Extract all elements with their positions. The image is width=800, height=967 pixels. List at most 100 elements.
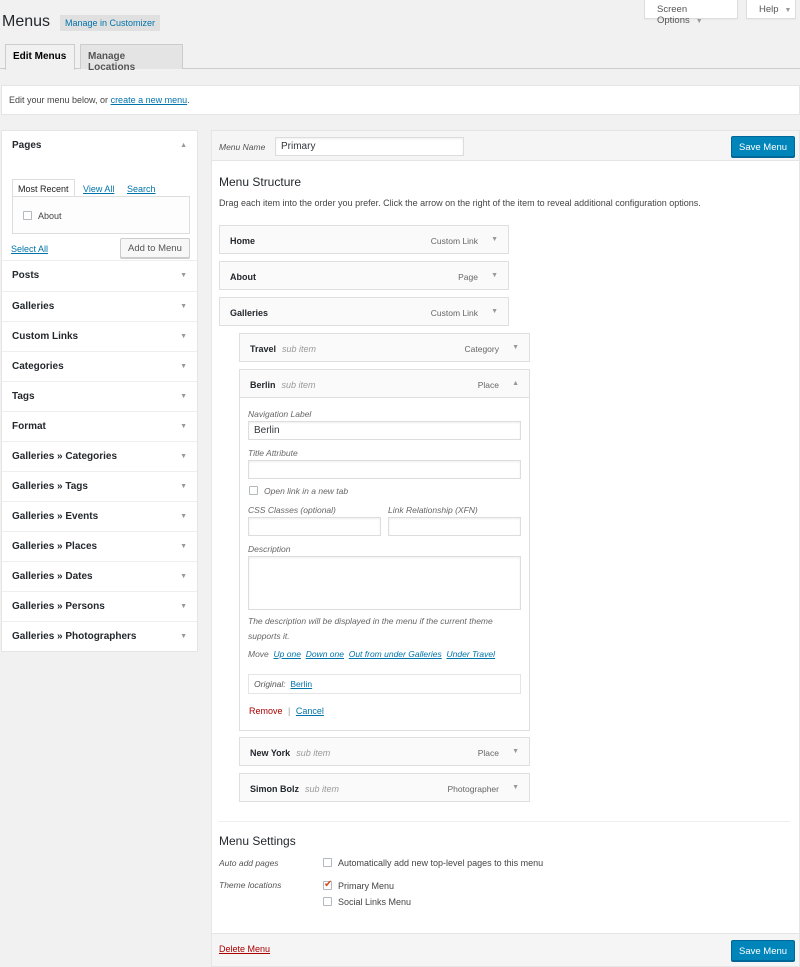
tab-edit-menus[interactable]: Edit Menus xyxy=(5,44,75,70)
menu-item-new-york[interactable]: New York sub item Place ▼ xyxy=(239,737,530,766)
sidebar-section-galleries-events[interactable]: Galleries » Events ▼ xyxy=(2,501,197,531)
tab-most-recent[interactable]: Most Recent xyxy=(12,179,75,197)
sidebar-section-tags[interactable]: Tags ▼ xyxy=(2,381,197,411)
description-help-text: The description will be displayed in the… xyxy=(248,616,493,641)
menu-structure-title: Menu Structure xyxy=(219,175,302,189)
auto-add-text: Automatically add new top-level pages to… xyxy=(338,858,544,868)
sidebar-section-galleries-categories[interactable]: Galleries » Categories ▼ xyxy=(2,441,197,471)
css-classes-label: CSS Classes (optional) xyxy=(248,505,336,515)
create-new-menu-link[interactable]: create a new menu xyxy=(111,95,188,105)
caret-down-icon: ▼ xyxy=(180,513,187,520)
caret-down-icon: ▼ xyxy=(180,303,187,310)
menu-item-title-text: New York xyxy=(250,748,291,758)
move-under-travel-link[interactable]: Under Travel xyxy=(447,649,496,659)
sidebar-section-custom-links[interactable]: Custom Links ▼ xyxy=(2,321,197,351)
auto-add-label: Auto add pages xyxy=(219,858,279,868)
caret-down-icon[interactable]: ▼ xyxy=(512,344,519,351)
caret-down-icon[interactable]: ▼ xyxy=(491,308,498,315)
navigation-label-input[interactable]: Berlin xyxy=(248,421,521,440)
sidebar-section-title: Posts xyxy=(12,270,40,281)
tab-view-all[interactable]: View All xyxy=(83,179,114,194)
add-to-menu-button[interactable]: Add to Menu xyxy=(120,238,190,258)
item-actions: Remove | Cancel xyxy=(249,706,324,716)
sidebar-section-title: Galleries xyxy=(12,301,55,312)
page-about-checkbox[interactable] xyxy=(23,211,32,220)
menu-item-type: Place xyxy=(477,380,499,390)
cancel-link[interactable]: Cancel xyxy=(296,706,324,716)
tab-manage-locations[interactable]: Manage Locations xyxy=(80,44,183,73)
caret-down-icon: ▼ xyxy=(180,423,187,430)
caret-down-icon[interactable]: ▼ xyxy=(491,272,498,279)
sidebar-section-format[interactable]: Format ▼ xyxy=(2,411,197,441)
sub-item-label: sub item xyxy=(282,344,317,354)
sidebar-section-galleries-tags[interactable]: Galleries » Tags ▼ xyxy=(2,471,197,501)
move-out-from-under-link[interactable]: Out from under Galleries xyxy=(349,649,442,659)
caret-down-icon[interactable]: ▼ xyxy=(491,236,498,243)
sidebar-section-galleries-dates[interactable]: Galleries » Dates ▼ xyxy=(2,561,197,591)
tab-search[interactable]: Search xyxy=(127,179,156,194)
social-links-menu-checkbox[interactable] xyxy=(323,897,332,906)
menu-item-simon-bolz[interactable]: Simon Bolz sub item Photographer ▼ xyxy=(239,773,530,802)
menu-item-galleries[interactable]: Galleries Custom Link ▼ xyxy=(219,297,509,326)
xfn-label: Link Relationship (XFN) xyxy=(388,505,478,515)
help-button[interactable]: Help ▼ xyxy=(746,0,796,19)
save-menu-button-top[interactable]: Save Menu xyxy=(731,136,796,157)
sub-item-label: sub item xyxy=(296,748,331,758)
pages-section-header[interactable]: Pages ▲ xyxy=(2,131,197,161)
primary-menu-label: Primary Menu xyxy=(338,881,395,891)
notice-suffix: . xyxy=(187,95,190,105)
sidebar-section-title: Galleries » Events xyxy=(12,511,99,522)
caret-down-icon: ▼ xyxy=(180,272,187,279)
sidebar-section-categories[interactable]: Categories ▼ xyxy=(2,351,197,381)
actions-separator: | xyxy=(288,706,291,716)
manage-in-customizer-button[interactable]: Manage in Customizer xyxy=(60,15,161,31)
move-links: Move Up one Down one Out from under Gall… xyxy=(248,649,495,659)
page-about-label: About xyxy=(38,211,62,221)
caret-down-icon: ▼ xyxy=(180,393,187,400)
menu-item-berlin[interactable]: Berlin sub item Place ▲ xyxy=(239,369,530,398)
original-link[interactable]: Berlin xyxy=(290,679,312,689)
navigation-label-label: Navigation Label xyxy=(248,409,312,419)
caret-up-icon[interactable]: ▲ xyxy=(512,380,519,387)
sidebar-section-posts[interactable]: Posts ▼ xyxy=(2,261,197,291)
menu-item-settings-berlin: Navigation Label Berlin Title Attribute … xyxy=(239,398,530,731)
sidebar-section-galleries-places[interactable]: Galleries » Places ▼ xyxy=(2,531,197,561)
open-new-tab-checkbox[interactable] xyxy=(249,486,258,495)
menu-item-title: Simon Bolz sub item xyxy=(250,784,339,794)
title-attribute-input[interactable] xyxy=(248,460,521,479)
delete-menu-link[interactable]: Delete Menu xyxy=(219,944,270,954)
remove-item-link[interactable]: Remove xyxy=(249,706,283,716)
sidebar-section-title: Galleries » Tags xyxy=(12,481,88,492)
description-label: Description xyxy=(248,544,291,554)
menu-item-about[interactable]: About Page ▼ xyxy=(219,261,509,290)
select-all-link[interactable]: Select All xyxy=(11,244,48,254)
add-menu-items-panel: Pages ▲ Most Recent View All Search Abou… xyxy=(1,130,198,652)
menu-item-title-text: Berlin xyxy=(250,380,276,390)
help-label: Help xyxy=(759,4,779,15)
sidebar-section-galleries-photographers[interactable]: Galleries » Photographers ▼ xyxy=(2,621,197,651)
save-menu-button-bottom[interactable]: Save Menu xyxy=(731,940,796,961)
move-down-one-link[interactable]: Down one xyxy=(306,649,344,659)
menu-item-title-text: Galleries xyxy=(230,308,269,318)
auto-add-checkbox[interactable] xyxy=(323,858,332,867)
screen-options-button[interactable]: Screen Options ▼ xyxy=(644,0,738,26)
pages-section: Pages ▲ Most Recent View All Search Abou… xyxy=(2,131,197,261)
menu-header: Menu Name Primary Save Menu xyxy=(212,131,799,161)
menu-item-home[interactable]: Home Custom Link ▼ xyxy=(219,225,509,254)
primary-menu-checkbox[interactable]: ✔ xyxy=(323,879,333,890)
menu-item-travel[interactable]: Travel sub item Category ▼ xyxy=(239,333,530,362)
move-up-one-link[interactable]: Up one xyxy=(274,649,301,659)
css-classes-input[interactable] xyxy=(248,517,381,536)
menu-item-title-text: Travel xyxy=(250,344,277,354)
caret-down-icon[interactable]: ▼ xyxy=(512,784,519,791)
sidebar-section-title: Galleries » Places xyxy=(12,541,98,552)
xfn-input[interactable] xyxy=(388,517,521,536)
checkmark-icon: ✔ xyxy=(324,879,333,890)
caret-down-icon[interactable]: ▼ xyxy=(512,748,519,755)
menu-name-input[interactable]: Primary xyxy=(275,137,464,156)
sidebar-section-galleries-persons[interactable]: Galleries » Persons ▼ xyxy=(2,591,197,621)
sidebar-section-galleries[interactable]: Galleries ▼ xyxy=(2,291,197,321)
description-textarea[interactable] xyxy=(248,556,521,610)
menu-item-type: Category xyxy=(464,344,500,354)
sidebar-section-title: Custom Links xyxy=(12,331,79,342)
